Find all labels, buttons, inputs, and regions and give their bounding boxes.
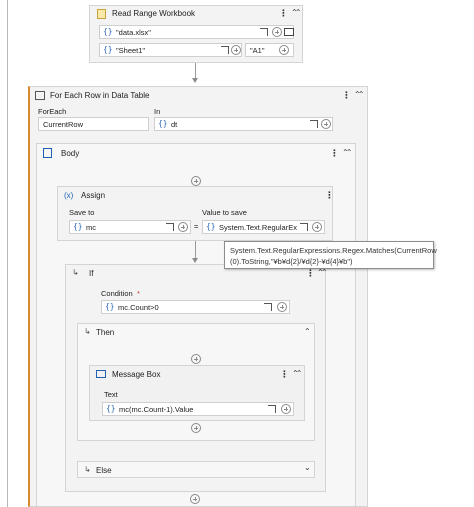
flow-connector: [195, 241, 196, 259]
expand-editor-icon[interactable]: [268, 405, 276, 413]
message-box-activity[interactable]: Message Box ⋮ ⌃⌃ Text {} mc(mc.Count-1).…: [89, 365, 305, 421]
activity-title: Body: [61, 149, 80, 158]
activity-title: Assign: [81, 191, 106, 200]
expand-editor-icon[interactable]: [260, 28, 268, 36]
collapse-icon[interactable]: ⌃⌃: [342, 149, 353, 157]
else-branch[interactable]: ↳ Else ⌄: [77, 461, 315, 478]
expand-editor-icon[interactable]: [264, 303, 272, 311]
more-options-icon[interactable]: ⋮: [325, 191, 334, 200]
condition-value: mc.Count>0: [118, 303, 159, 312]
save-to-value: mc: [86, 223, 96, 232]
expand-editor-icon[interactable]: [221, 46, 229, 54]
add-icon[interactable]: [279, 45, 289, 55]
collapse-icon[interactable]: ⌃⌃: [317, 269, 328, 277]
range-field[interactable]: "A1": [245, 43, 294, 57]
workbook-path-value: "data.xlsx": [116, 28, 151, 37]
message-box-icon: [96, 370, 106, 378]
equals-sign: =: [194, 222, 199, 231]
activity-title: Message Box: [112, 370, 161, 379]
branch-title: Then: [96, 328, 115, 337]
in-collection-field[interactable]: {} dt: [154, 117, 333, 131]
add-icon[interactable]: [277, 302, 287, 312]
save-to-label: Save to: [69, 208, 95, 217]
value-to-save-label: Value to save: [202, 208, 247, 217]
add-activity-icon[interactable]: [191, 423, 201, 433]
flow-arrow-icon: [192, 258, 198, 263]
activity-title: If: [89, 269, 94, 278]
add-activity-icon[interactable]: [190, 494, 200, 504]
tooltip-line-1: System.Text.RegularExpressions.Regex.Mat…: [230, 246, 437, 255]
expression-icon: {}: [103, 27, 113, 36]
if-branch-icon: ↳: [72, 268, 79, 277]
foreach-variable-value: CurrentRow: [43, 120, 84, 129]
assign-activity[interactable]: (x) Assign ⋮ Save to {} mc = Value to sa…: [57, 186, 334, 241]
flow-arrow-icon: [192, 78, 198, 83]
expression-icon: {}: [106, 404, 116, 413]
in-collection-value: dt: [171, 120, 178, 129]
sheet-name-field[interactable]: {} "Sheet1": [99, 43, 242, 57]
foreach-variable-field[interactable]: CurrentRow: [38, 117, 149, 131]
expand-editor-icon[interactable]: [300, 223, 308, 231]
expression-icon: {}: [73, 222, 83, 231]
value-to-save-value: System.Text.RegularEx: [219, 223, 297, 232]
flow-connector: [195, 63, 196, 79]
expression-icon: {}: [103, 45, 113, 54]
expression-tooltip: System.Text.RegularExpressions.Regex.Mat…: [224, 241, 437, 269]
expression-icon: {}: [105, 302, 115, 311]
save-to-field[interactable]: {} mc: [69, 220, 191, 234]
condition-field[interactable]: {} mc.Count>0: [101, 300, 290, 314]
chevron-down-icon[interactable]: ⌄: [304, 464, 311, 472]
value-to-save-field[interactable]: {} System.Text.RegularEx: [202, 220, 325, 234]
collapse-icon[interactable]: ⌃⌃: [291, 9, 302, 17]
folder-icon[interactable]: [284, 28, 294, 36]
more-options-icon[interactable]: ⋮: [306, 269, 315, 278]
add-activity-icon[interactable]: [191, 176, 201, 186]
range-value: "A1": [250, 46, 265, 55]
text-field[interactable]: {} mc(mc.Count-1).Value: [102, 402, 294, 416]
expand-editor-icon[interactable]: [166, 223, 174, 231]
more-options-icon[interactable]: ⋮: [279, 9, 288, 18]
in-label: In: [154, 107, 161, 116]
else-branch-icon: ↳: [84, 465, 91, 474]
add-icon[interactable]: [231, 45, 241, 55]
then-branch-icon: ↳: [84, 327, 91, 336]
sequence-icon: [43, 148, 52, 158]
for-each-icon: [35, 91, 45, 100]
activity-title: For Each Row in Data Table: [50, 91, 150, 100]
add-icon[interactable]: [281, 404, 291, 414]
collapse-icon[interactable]: ⌃⌃: [354, 91, 365, 99]
add-icon[interactable]: [321, 119, 331, 129]
expression-icon: {}: [206, 222, 216, 231]
more-options-icon[interactable]: ⋮: [342, 91, 351, 100]
more-options-icon[interactable]: ⋮: [280, 370, 289, 379]
read-range-workbook-activity[interactable]: Read Range Workbook ⋮ ⌃⌃ {} "data.xlsx" …: [89, 5, 303, 63]
assign-icon: (x): [64, 191, 74, 200]
condition-label: Condition: [101, 289, 133, 298]
canvas-left-rail: [7, 0, 8, 507]
text-label: Text: [104, 390, 118, 399]
add-icon[interactable]: [178, 222, 188, 232]
sheet-name-value: "Sheet1": [116, 46, 146, 55]
expression-icon: {}: [158, 119, 168, 128]
branch-title: Else: [96, 466, 112, 475]
more-options-icon[interactable]: ⋮: [330, 149, 339, 158]
chevron-up-icon[interactable]: ⌃: [304, 328, 311, 336]
collapse-icon[interactable]: ⌃⌃: [292, 370, 303, 378]
add-activity-icon[interactable]: [191, 354, 201, 364]
excel-read-icon: [97, 9, 106, 19]
add-icon[interactable]: [272, 27, 282, 37]
text-value: mc(mc.Count-1).Value: [119, 405, 194, 414]
foreach-label: ForEach: [38, 107, 67, 116]
required-mark: *: [137, 289, 140, 298]
add-icon[interactable]: [312, 222, 322, 232]
workbook-path-field[interactable]: {} "data.xlsx": [99, 25, 294, 39]
expand-editor-icon[interactable]: [310, 120, 318, 128]
activity-title: Read Range Workbook: [112, 9, 196, 18]
tooltip-line-2: (0).ToString,"¥b¥d{2}/¥d{2}-¥d{4}¥b"): [230, 257, 353, 266]
